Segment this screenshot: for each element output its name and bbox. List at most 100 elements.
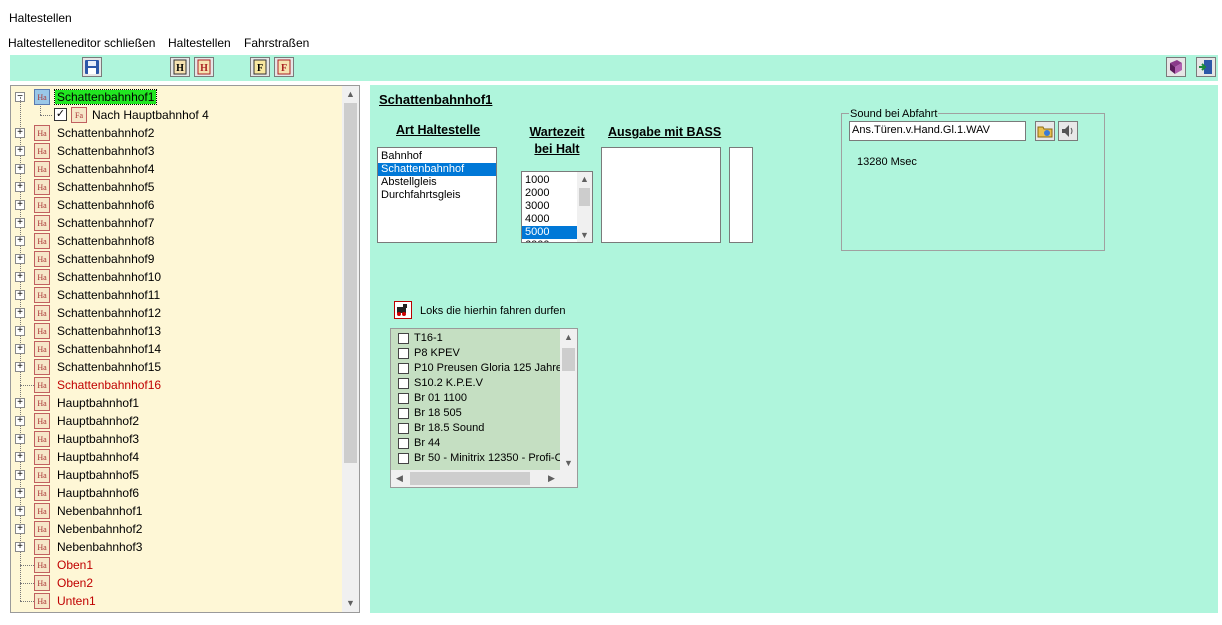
scroll-up-arrow-icon[interactable]: ▲: [342, 86, 359, 103]
add-haltestelle-button[interactable]: H: [170, 57, 190, 77]
lok-checkbox[interactable]: [398, 348, 409, 359]
expand-toggle-icon[interactable]: +: [15, 218, 25, 228]
tree-row[interactable]: + Ha Hauptbahnhof4: [11, 448, 343, 466]
lok-checkbox[interactable]: [398, 393, 409, 404]
tree-item-label[interactable]: Schattenbahnhof15: [55, 360, 163, 374]
tree-row[interactable]: Ha Schattenbahnhof16: [11, 376, 343, 394]
tree-item-label[interactable]: Schattenbahnhof10: [55, 270, 163, 284]
haltestellen-tree[interactable]: − Ha Schattenbahnhof1 ✓ Fa Nach Hauptbahnhof …: [10, 85, 360, 613]
scroll-down-arrow-icon[interactable]: ▼: [342, 595, 359, 612]
lok-item[interactable]: Br 18.5 Sound: [396, 421, 566, 436]
wartezeit-list[interactable]: 100020003000400050006000 ▲ ▼: [521, 171, 593, 243]
wartezeit-option[interactable]: 5000: [522, 226, 577, 239]
tree-row[interactable]: + Ha Schattenbahnhof3: [11, 142, 343, 160]
wartezeit-scrollbar[interactable]: ▲ ▼: [577, 172, 592, 242]
tree-item-label[interactable]: Hauptbahnhof6: [55, 486, 141, 500]
tree-scrollbar[interactable]: ▲ ▼: [342, 86, 359, 612]
wartezeit-option[interactable]: 1000: [522, 174, 577, 187]
loks-hscrollbar[interactable]: ◀ ▶: [391, 470, 577, 487]
expand-toggle-icon[interactable]: +: [15, 542, 25, 552]
tree-row[interactable]: Ha Unten1: [11, 592, 343, 610]
delete-haltestelle-button[interactable]: H: [194, 57, 214, 77]
tree-row[interactable]: + Ha Schattenbahnhof4: [11, 160, 343, 178]
tree-item-label[interactable]: Schattenbahnhof1: [53, 89, 158, 105]
loks-checklist[interactable]: T16-1 P8 KPEV P10 Preusen Gloria 125 Jahre…: [390, 328, 578, 488]
tree-row[interactable]: + Ha Schattenbahnhof10: [11, 268, 343, 286]
tree-row[interactable]: Ha Oben1: [11, 556, 343, 574]
loks-vscrollbar[interactable]: ▲ ▼: [560, 329, 577, 472]
tree-row[interactable]: + Ha Nebenbahnhof1: [11, 502, 343, 520]
expand-toggle-icon[interactable]: +: [15, 416, 25, 426]
menu-fahrstrassen[interactable]: Fahrstraßen: [244, 36, 309, 50]
lok-item[interactable]: T16-1: [396, 331, 566, 346]
tree-item-label[interactable]: Schattenbahnhof6: [55, 198, 156, 212]
tree-item-label[interactable]: Hauptbahnhof3: [55, 432, 141, 446]
tree-item-label[interactable]: Schattenbahnhof11: [55, 288, 162, 302]
wartezeit-scroll-down-icon[interactable]: ▼: [577, 228, 592, 242]
tree-item-label[interactable]: Schattenbahnhof7: [55, 216, 156, 230]
tree-item-label[interactable]: Schattenbahnhof9: [55, 252, 156, 266]
tree-item-label[interactable]: Nebenbahnhof3: [55, 540, 144, 554]
sound-file-field[interactable]: Ans.Türen.v.Hand.Gl.1.WAV: [849, 121, 1026, 141]
menu-close-editor[interactable]: Haltestelleneditor schließen: [8, 36, 155, 50]
art-option[interactable]: Durchfahrtsgleis: [378, 189, 496, 202]
wartezeit-option[interactable]: 6000: [522, 239, 577, 242]
tree-row[interactable]: + Ha Nebenbahnhof3: [11, 538, 343, 556]
tree-item-label[interactable]: Schattenbahnhof4: [55, 162, 156, 176]
tree-child-row[interactable]: ✓ Fa Nach Hauptbahnhof 4: [11, 106, 343, 124]
tree-row[interactable]: + Ha Hauptbahnhof3: [11, 430, 343, 448]
tree-item-label[interactable]: Hauptbahnhof5: [55, 468, 141, 482]
lok-checkbox[interactable]: [398, 408, 409, 419]
tree-row[interactable]: + Ha Schattenbahnhof5: [11, 178, 343, 196]
tree-item-label[interactable]: Schattenbahnhof16: [55, 378, 163, 392]
expand-toggle-icon[interactable]: +: [15, 146, 25, 156]
play-sound-button[interactable]: [1058, 121, 1078, 141]
expand-toggle-icon[interactable]: +: [15, 524, 25, 534]
expand-toggle-icon[interactable]: +: [15, 308, 25, 318]
tree-row[interactable]: + Ha Hauptbahnhof6: [11, 484, 343, 502]
tree-row[interactable]: + Ha Schattenbahnhof12: [11, 304, 343, 322]
tree-row[interactable]: + Ha Schattenbahnhof11: [11, 286, 343, 304]
tree-item-label[interactable]: Nebenbahnhof2: [55, 522, 144, 536]
tree-row[interactable]: + Ha Hauptbahnhof5: [11, 466, 343, 484]
ausgabe-bass-extra-list[interactable]: [729, 147, 753, 243]
expand-toggle-icon[interactable]: +: [15, 290, 25, 300]
tree-item-label[interactable]: Oben1: [55, 558, 95, 572]
tree-item-label[interactable]: Schattenbahnhof12: [55, 306, 163, 320]
expand-toggle-icon[interactable]: +: [15, 452, 25, 462]
loks-scroll-right-icon[interactable]: ▶: [543, 470, 560, 487]
art-option[interactable]: Schattenbahnhof: [378, 163, 496, 176]
open-sound-button[interactable]: [1035, 121, 1055, 141]
expand-toggle-icon[interactable]: +: [15, 236, 25, 246]
art-option[interactable]: Abstellgleis: [378, 176, 496, 189]
tree-item-label[interactable]: Nebenbahnhof1: [55, 504, 144, 518]
tree-item-label[interactable]: Schattenbahnhof14: [55, 342, 163, 356]
loks-vscroll-thumb[interactable]: [562, 348, 575, 371]
expand-toggle-icon[interactable]: +: [15, 128, 25, 138]
tree-row[interactable]: + Ha Schattenbahnhof8: [11, 232, 343, 250]
expand-toggle-icon[interactable]: +: [15, 164, 25, 174]
lok-item[interactable]: P10 Preusen Gloria 125 Jahre I: [396, 361, 566, 376]
expand-toggle-icon[interactable]: +: [15, 254, 25, 264]
lok-item[interactable]: Br 01 1100: [396, 391, 566, 406]
menu-haltestellen[interactable]: Haltestellen: [168, 36, 231, 50]
art-option[interactable]: Bahnhof: [378, 150, 496, 163]
tree-row[interactable]: − Ha Schattenbahnhof1: [11, 88, 343, 106]
tree-row[interactable]: + Ha Schattenbahnhof7: [11, 214, 343, 232]
lok-item[interactable]: S10.2 K.P.E.V: [396, 376, 566, 391]
lok-checkbox[interactable]: [398, 423, 409, 434]
wartezeit-scroll-up-icon[interactable]: ▲: [577, 172, 592, 186]
tree-child-label[interactable]: Nach Hauptbahnhof 4: [90, 108, 211, 122]
loks-scroll-left-icon[interactable]: ◀: [391, 470, 408, 487]
lok-checkbox[interactable]: [398, 453, 409, 464]
tree-row[interactable]: + Ha Hauptbahnhof1: [11, 394, 343, 412]
wartezeit-option[interactable]: 3000: [522, 200, 577, 213]
tree-row[interactable]: + Ha Schattenbahnhof6: [11, 196, 343, 214]
fahrstrasse-checkbox[interactable]: ✓: [54, 108, 67, 121]
exit-button[interactable]: [1196, 57, 1216, 77]
tree-item-label[interactable]: Schattenbahnhof3: [55, 144, 156, 158]
tree-item-label[interactable]: Hauptbahnhof4: [55, 450, 141, 464]
tree-row[interactable]: + Ha Schattenbahnhof15: [11, 358, 343, 376]
tree-row[interactable]: + Ha Schattenbahnhof9: [11, 250, 343, 268]
save-button[interactable]: [82, 57, 102, 77]
